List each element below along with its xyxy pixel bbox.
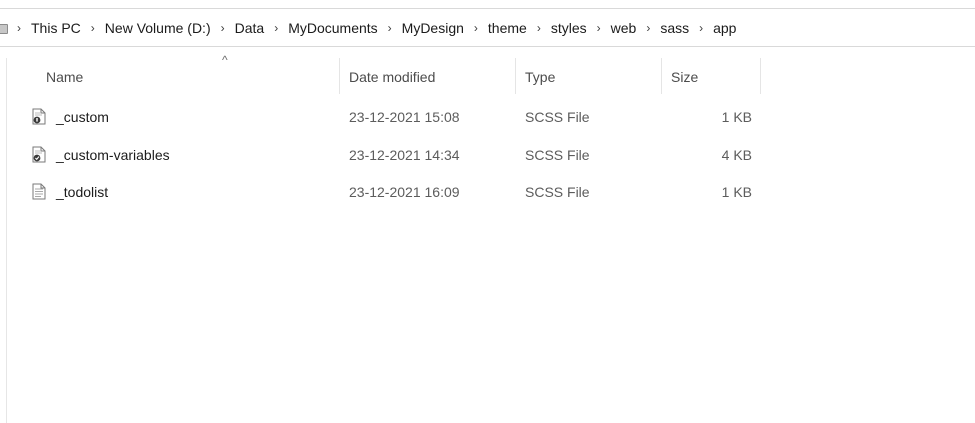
column-header-size-label: Size	[671, 69, 699, 85]
breadcrumb-this-pc[interactable]: This PC	[30, 17, 82, 39]
file-date-modified: 23-12-2021 16:09	[349, 184, 460, 200]
file-row[interactable]: _todolist 23-12-2021 16:09 SCSS File 1 K…	[0, 174, 975, 210]
chevron-right-icon[interactable]: ›	[379, 21, 401, 35]
sort-ascending-icon: ^	[222, 53, 228, 67]
file-name: _custom	[56, 109, 109, 125]
scss-file-icon	[32, 146, 46, 163]
address-bar[interactable]: › This PC › New Volume (D:) › Data › MyD…	[0, 8, 975, 47]
file-explorer-window: › This PC › New Volume (D:) › Data › MyD…	[0, 0, 975, 423]
breadcrumb-new-volume[interactable]: New Volume (D:)	[104, 17, 212, 39]
chevron-right-icon[interactable]: ›	[8, 21, 30, 35]
file-row[interactable]: _custom 23-12-2021 15:08 SCSS File 1 KB	[0, 99, 975, 135]
chevron-right-icon[interactable]: ›	[528, 21, 550, 35]
file-row[interactable]: _custom-variables 23-12-2021 14:34 SCSS …	[0, 137, 975, 173]
breadcrumb-web[interactable]: web	[610, 17, 638, 39]
scss-file-icon	[32, 108, 46, 125]
chevron-right-icon[interactable]: ›	[465, 21, 487, 35]
chevron-right-icon[interactable]: ›	[82, 21, 104, 35]
file-list: Name ^ Date modified Type Size _custom 2…	[0, 53, 975, 423]
breadcrumb-mydesign[interactable]: MyDesign	[401, 17, 465, 39]
file-type: SCSS File	[525, 109, 590, 125]
file-size: 1 KB	[721, 184, 752, 200]
breadcrumb-styles[interactable]: styles	[550, 17, 588, 39]
file-date-modified: 23-12-2021 14:34	[349, 147, 460, 163]
breadcrumb-app[interactable]: app	[712, 17, 737, 39]
breadcrumb-theme[interactable]: theme	[487, 17, 528, 39]
breadcrumb-mydocuments[interactable]: MyDocuments	[287, 17, 378, 39]
column-header-size[interactable]: Size	[663, 58, 761, 94]
file-size: 4 KB	[721, 147, 752, 163]
file-size: 1 KB	[721, 109, 752, 125]
chevron-right-icon[interactable]: ›	[212, 21, 234, 35]
column-header-date-label: Date modified	[349, 69, 436, 85]
breadcrumb-data[interactable]: Data	[234, 17, 266, 39]
chevron-right-icon[interactable]: ›	[690, 21, 712, 35]
chevron-right-icon[interactable]: ›	[588, 21, 610, 35]
folder-icon	[0, 21, 8, 35]
file-name: _todolist	[56, 184, 109, 200]
column-header-date-modified[interactable]: Date modified	[341, 58, 516, 94]
column-header-name[interactable]: Name ^	[38, 53, 340, 94]
column-header-type-label: Type	[525, 69, 556, 85]
file-type: SCSS File	[525, 184, 590, 200]
chevron-right-icon[interactable]: ›	[637, 21, 659, 35]
file-type: SCSS File	[525, 147, 590, 163]
text-file-icon	[32, 183, 46, 200]
chevron-right-icon[interactable]: ›	[265, 21, 287, 35]
file-date-modified: 23-12-2021 15:08	[349, 109, 460, 125]
column-header-row: Name ^ Date modified Type Size	[0, 53, 975, 94]
file-name: _custom-variables	[56, 147, 170, 163]
column-header-type[interactable]: Type	[517, 58, 662, 94]
breadcrumb-sass[interactable]: sass	[659, 17, 690, 39]
column-header-name-label: Name	[46, 69, 84, 85]
